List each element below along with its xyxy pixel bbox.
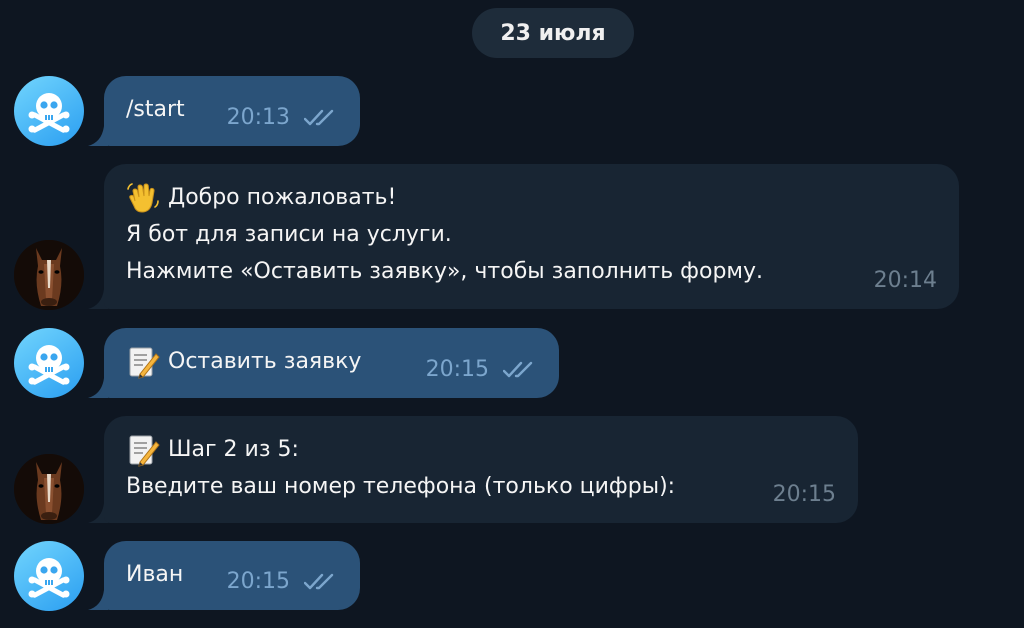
message-time: 20:15 bbox=[425, 357, 489, 382]
memo-icon bbox=[129, 435, 160, 467]
chat-history[interactable]: 23 июля /start 20:13 Добро пожаловать! Я… bbox=[0, 0, 1024, 628]
message-text: Шаг 2 из 5: bbox=[168, 437, 299, 462]
message-time: 20:15 bbox=[772, 482, 836, 507]
user-avatar[interactable] bbox=[14, 541, 84, 611]
message-time: 20:13 bbox=[226, 105, 290, 130]
message-time: 20:15 bbox=[226, 569, 290, 594]
bot-avatar[interactable] bbox=[14, 454, 84, 524]
skull-crossbones-icon bbox=[28, 558, 70, 598]
skull-crossbones-icon bbox=[28, 93, 70, 133]
date-separator[interactable]: 23 июля bbox=[472, 8, 634, 58]
incoming-message[interactable]: Шаг 2 из 5: Введите ваш номер телефона (… bbox=[104, 416, 858, 523]
message-text: Введите ваш номер телефона (только цифры… bbox=[126, 474, 676, 499]
user-avatar[interactable] bbox=[14, 76, 84, 146]
horse-head-icon bbox=[14, 240, 84, 310]
message-text: Оставить заявку bbox=[168, 349, 362, 374]
memo-icon bbox=[129, 347, 160, 379]
waving-hand-icon bbox=[127, 182, 159, 213]
outgoing-message[interactable]: Оставить заявку 20:15 bbox=[104, 328, 559, 398]
skull-crossbones-icon bbox=[28, 345, 70, 385]
horse-head-icon bbox=[14, 454, 84, 524]
outgoing-message[interactable]: /start 20:13 bbox=[104, 76, 360, 146]
outgoing-message[interactable]: Иван 20:15 bbox=[104, 541, 360, 610]
message-text: Нажмите «Оставить заявку», чтобы заполни… bbox=[126, 259, 764, 284]
message-text: Я бот для записи на услуги. bbox=[126, 222, 452, 247]
double-check-icon bbox=[304, 573, 334, 589]
user-avatar[interactable] bbox=[14, 328, 84, 398]
bot-avatar[interactable] bbox=[14, 240, 84, 310]
message-text: Добро пожаловать! bbox=[168, 185, 397, 210]
double-check-icon bbox=[304, 109, 334, 125]
double-check-icon bbox=[503, 361, 533, 377]
message-time: 20:14 bbox=[873, 268, 937, 293]
incoming-message[interactable]: Добро пожаловать! Я бот для записи на ус… bbox=[104, 164, 959, 309]
